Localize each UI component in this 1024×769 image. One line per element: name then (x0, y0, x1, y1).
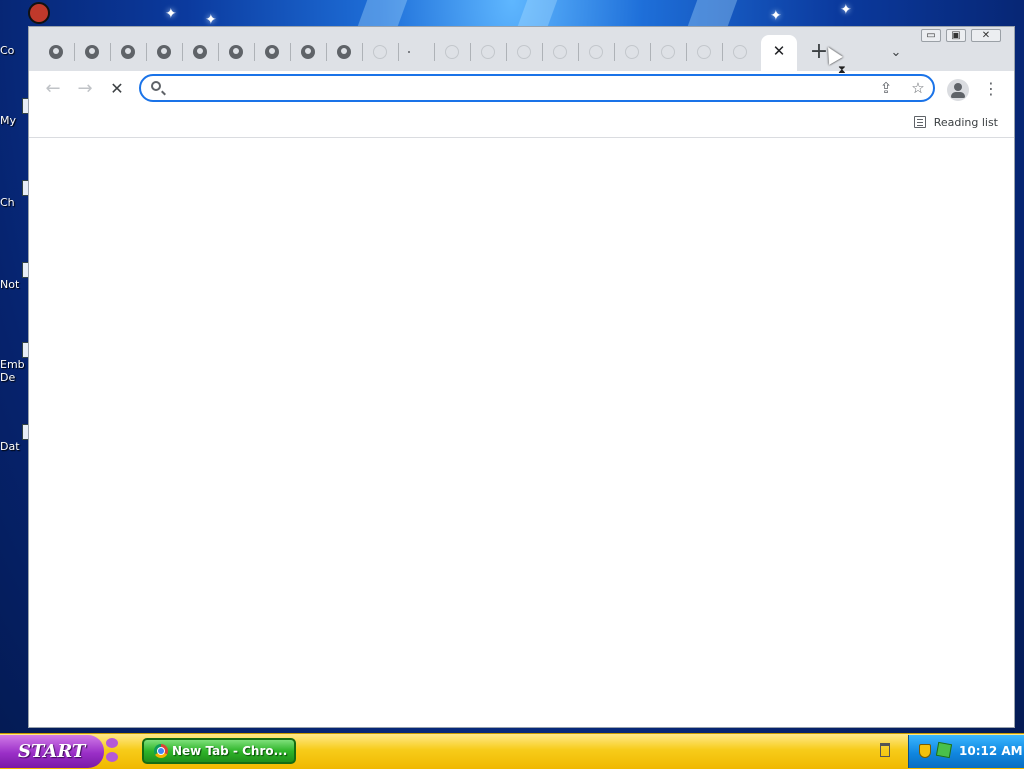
tab-favicon-globe-icon[interactable] (49, 45, 63, 59)
desktop-icon-label: Ch (0, 196, 15, 209)
tab-separator (254, 43, 255, 61)
tab-separator (470, 43, 471, 61)
tab-favicon-globe-icon[interactable] (229, 45, 243, 59)
security-shield-icon[interactable] (919, 744, 931, 758)
tab-search-chevron-down-icon[interactable]: ⌄ (886, 43, 906, 63)
tab-separator (398, 43, 399, 61)
tab-separator (326, 43, 327, 61)
sparkle-icon: ✦ (770, 8, 782, 24)
desktop-icon-label: Dat (0, 440, 20, 453)
reading-list-button[interactable]: Reading list (913, 113, 998, 131)
taskbar-item-chrome[interactable]: New Tab - Chro... (142, 738, 296, 764)
tab-separator (542, 43, 543, 61)
tab-loading-icon[interactable] (373, 45, 387, 59)
clock[interactable]: 10:12 AM (959, 744, 1023, 758)
browser-toolbar: ← → ✕ ⇪ ☆ ⋮ (29, 71, 1014, 107)
desktop-icon-computer[interactable]: Co (0, 44, 30, 57)
tab-favicon-globe-icon[interactable] (265, 45, 279, 59)
tab-loading-icon[interactable] (553, 45, 567, 59)
tab-loading-icon[interactable] (445, 45, 459, 59)
tab-favicon-globe-icon[interactable] (193, 45, 207, 59)
tab-favicon-globe-icon[interactable] (337, 45, 351, 59)
tab-loading-icon[interactable] (589, 45, 603, 59)
tab-separator (74, 43, 75, 61)
tab-loading-icon[interactable] (625, 45, 639, 59)
tab-loading-icon[interactable] (481, 45, 495, 59)
desktop-icon-label: My (0, 114, 17, 127)
tab-separator (650, 43, 651, 61)
tab-separator (362, 43, 363, 61)
desktop-icon-label: Emb De (0, 358, 25, 384)
start-decoration-icon (106, 738, 120, 764)
tab-separator (686, 43, 687, 61)
address-bar[interactable]: ⇪ ☆ (139, 74, 935, 102)
tab-separator (578, 43, 579, 61)
tab-separator (110, 43, 111, 61)
tab-favicon-globe-icon[interactable] (157, 45, 171, 59)
tab-separator (218, 43, 219, 61)
desktop-icon-data[interactable]: Dat (0, 424, 34, 453)
page-content-area[interactable] (29, 138, 1014, 727)
back-button[interactable]: ← (43, 79, 63, 99)
desktop-icon-label: Not (0, 278, 20, 291)
start-button[interactable]: START (0, 735, 104, 768)
tab-separator (506, 43, 507, 61)
tab-favicon-globe-icon[interactable] (85, 45, 99, 59)
tab-favicon-globe-icon[interactable] (301, 45, 315, 59)
bookmark-star-icon[interactable]: ☆ (909, 79, 927, 97)
tab-separator (182, 43, 183, 61)
reading-list-label: Reading list (933, 115, 998, 129)
tab-loading-icon[interactable] (697, 45, 711, 59)
tab-strip: ✕ + ⌄ ▭ ▣ ✕ (29, 27, 1014, 71)
reading-list-icon (913, 116, 926, 128)
desktop-icon-embedded-device[interactable]: Emb De (0, 342, 34, 384)
desktop-icon-chrome[interactable]: Ch (0, 180, 34, 209)
desktop-icon-notepad[interactable]: Not (0, 262, 34, 291)
tab-active-new-tab[interactable]: ✕ (761, 35, 797, 71)
chrome-icon (154, 744, 168, 758)
minimize-button[interactable]: ▭ (921, 29, 941, 42)
busy-hourglass-icon: ⧗ (838, 63, 846, 76)
safely-remove-hardware-icon[interactable] (880, 743, 890, 757)
tab-separator (434, 43, 435, 61)
tab-loading-icon[interactable] (661, 45, 675, 59)
tab-loading-dot-icon[interactable] (408, 51, 410, 53)
tab-separator (290, 43, 291, 61)
search-icon (151, 81, 161, 91)
tab-loading-icon[interactable] (733, 45, 747, 59)
network-icon[interactable] (935, 741, 953, 759)
tab-loading-icon[interactable] (517, 45, 531, 59)
sparkle-icon: ✦ (840, 2, 852, 18)
restore-button[interactable]: ▣ (946, 29, 966, 42)
forward-button[interactable]: → (75, 79, 95, 99)
system-tray: 10:12 AM (908, 735, 1024, 768)
stop-loading-button[interactable]: ✕ (107, 79, 127, 99)
tab-separator (614, 43, 615, 61)
tab-separator (146, 43, 147, 61)
taskbar: START New Tab - Chro... 10:12 AM (0, 733, 1024, 769)
tab-favicon-globe-icon[interactable] (121, 45, 135, 59)
profile-avatar-icon[interactable] (947, 79, 969, 101)
browser-window: ✕ + ⌄ ▭ ▣ ✕ ← → ✕ ⇪ ☆ ⋮ Reading list (28, 26, 1015, 728)
browser-menu-button[interactable]: ⋮ (983, 79, 999, 99)
mickey-logo-icon (28, 2, 50, 24)
tab-close-icon[interactable]: ✕ (770, 42, 788, 60)
taskbar-item-label: New Tab - Chro... (172, 744, 288, 758)
close-window-button[interactable]: ✕ (971, 29, 1001, 42)
desktop-icon-my-documents[interactable]: My (0, 98, 34, 127)
address-input[interactable] (169, 78, 873, 100)
bookmarks-bar: Reading list (29, 107, 1014, 138)
share-icon[interactable]: ⇪ (877, 79, 895, 97)
desktop-icon-label: Co (0, 44, 15, 57)
tab-separator (722, 43, 723, 61)
sparkle-icon: ✦ (165, 6, 177, 22)
